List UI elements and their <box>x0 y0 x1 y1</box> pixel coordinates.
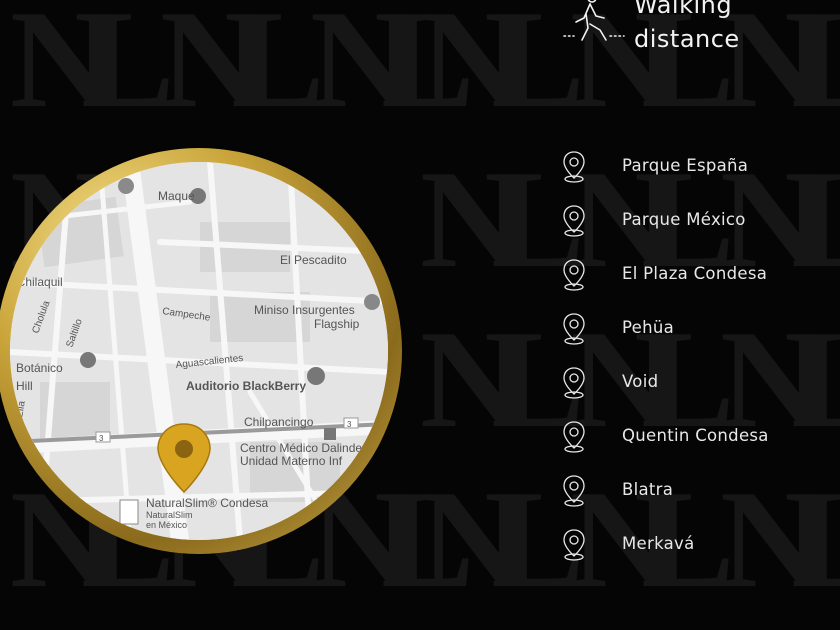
map-label-auditorio: Auditorio BlackBerry <box>186 379 306 393</box>
map-label-miniso-2: Flagship <box>314 317 360 331</box>
place-name: Blatra <box>622 480 674 499</box>
map-pin-icon <box>563 313 585 345</box>
map-pin-icon <box>563 529 585 561</box>
place-name: Parque España <box>622 156 749 175</box>
map-route-3-right: 3 <box>347 420 352 429</box>
map-label-centro-medico-1: Centro Médico Dalinde <box>240 441 362 455</box>
map-pin-icon <box>563 421 585 453</box>
map-label-el-chilaquil: el Chilaquil <box>10 275 63 289</box>
list-item: Quentin Condesa <box>560 420 820 460</box>
place-name: Parque México <box>622 210 746 229</box>
place-name: El Plaza Condesa <box>622 264 768 283</box>
map-label-in-hill: n Hill <box>10 379 33 393</box>
map-view[interactable]: 3 3 Maque El Pescadito el Chilaquil Chol… <box>10 162 388 540</box>
map-label-naturalslim-sub-2: en México <box>146 520 187 530</box>
place-name: Merkavá <box>622 534 695 553</box>
map-gold-ring: 3 3 Maque El Pescadito el Chilaquil Chol… <box>0 148 402 554</box>
header-line-2: distance <box>634 25 740 53</box>
map-label-naturalslim: NaturalSlim® Condesa <box>146 496 269 510</box>
map-label-miniso-1: Miniso Insurgentes <box>254 303 355 317</box>
list-item: Blatra <box>560 474 820 514</box>
header-line-1: Walking <box>634 0 733 19</box>
place-name: Quentin Condesa <box>622 426 769 445</box>
map-route-3-left: 3 <box>99 434 104 443</box>
map-label-maque: Maque <box>158 189 195 203</box>
map-label-botanico: Botánico <box>16 361 63 375</box>
map-pin-icon <box>563 151 585 183</box>
list-item: Parque España <box>560 150 820 190</box>
place-name: Pehüa <box>622 318 675 337</box>
walking-person-icon <box>563 0 625 41</box>
place-name: Void <box>622 372 659 391</box>
map-label-centro-medico-2: Unidad Materno Inf <box>240 454 343 468</box>
map-label-chilpancingo: Chilpancingo <box>244 415 314 429</box>
list-item: Pehüa <box>560 312 820 352</box>
map-pin-icon <box>563 205 585 237</box>
list-item: El Plaza Condesa <box>560 258 820 298</box>
street-map: 3 3 Maque El Pescadito el Chilaquil Chol… <box>10 162 388 540</box>
map-label-naturalslim-sub-1: NaturalSlim <box>146 510 193 520</box>
list-item: Void <box>560 366 820 406</box>
map-label-el-pescadito: El Pescadito <box>280 253 347 267</box>
map-pin-icon <box>563 475 585 507</box>
list-item: Merkavá <box>560 528 820 568</box>
map-pin-icon <box>563 367 585 399</box>
map-pin-icon <box>563 259 585 291</box>
walking-distance-header: Walking distance <box>560 0 820 58</box>
list-item: Parque México <box>560 204 820 244</box>
